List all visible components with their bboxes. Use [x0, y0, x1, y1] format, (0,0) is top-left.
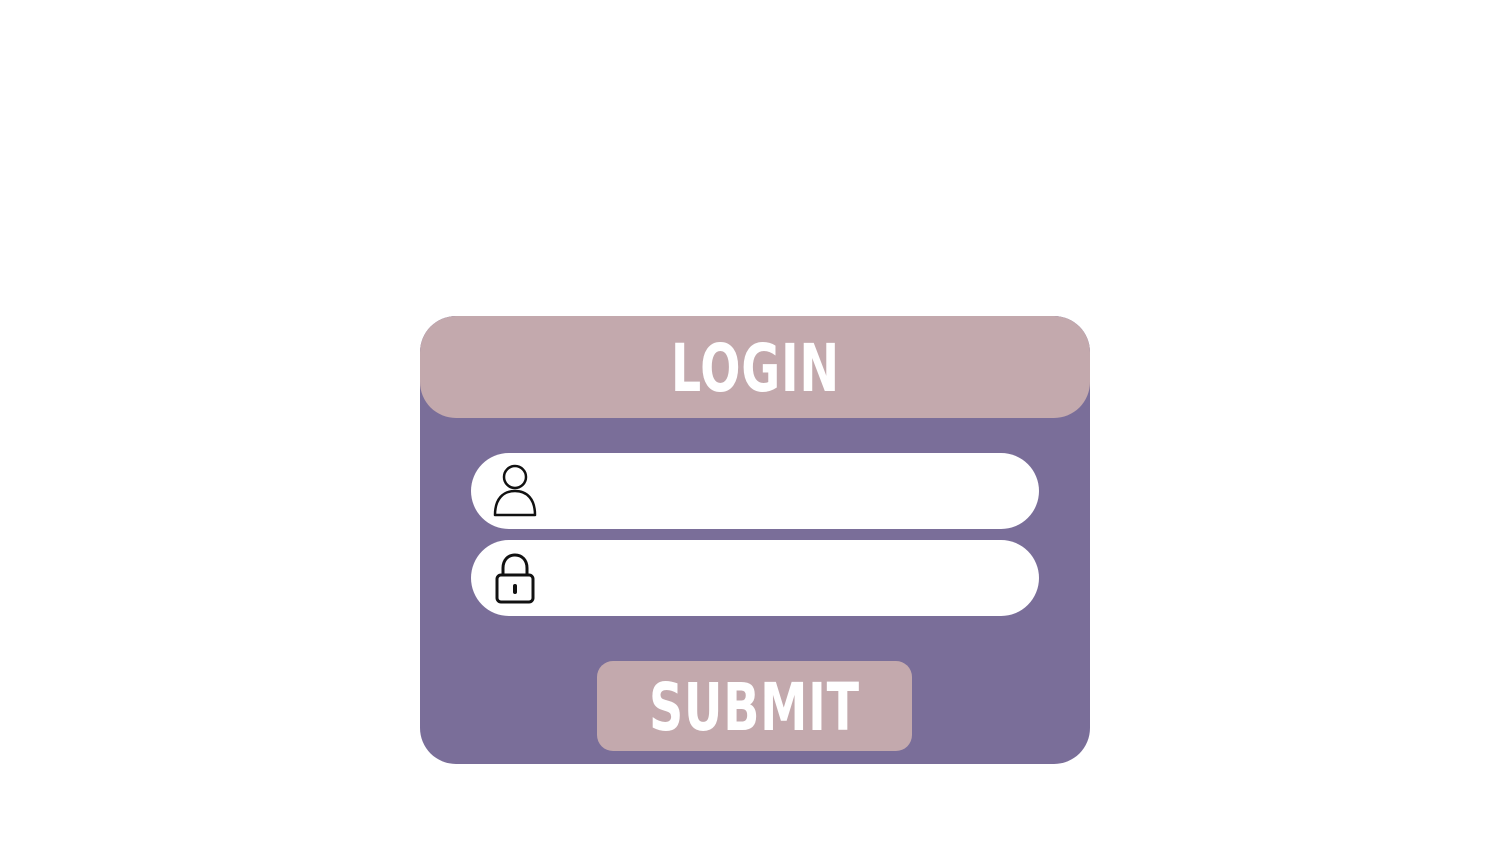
lock-icon	[491, 550, 539, 606]
page: LOGIN SUBMIT	[0, 0, 1509, 849]
login-card: LOGIN SUBMIT	[420, 316, 1090, 764]
username-input[interactable]	[555, 467, 1009, 517]
password-input[interactable]	[555, 554, 1009, 604]
username-field[interactable]	[471, 453, 1039, 529]
user-icon	[491, 463, 539, 519]
submit-label: SUBMIT	[649, 669, 860, 746]
submit-button[interactable]: SUBMIT	[597, 661, 912, 751]
login-header: LOGIN	[420, 316, 1090, 418]
password-field[interactable]	[471, 540, 1039, 616]
login-title: LOGIN	[670, 330, 840, 407]
